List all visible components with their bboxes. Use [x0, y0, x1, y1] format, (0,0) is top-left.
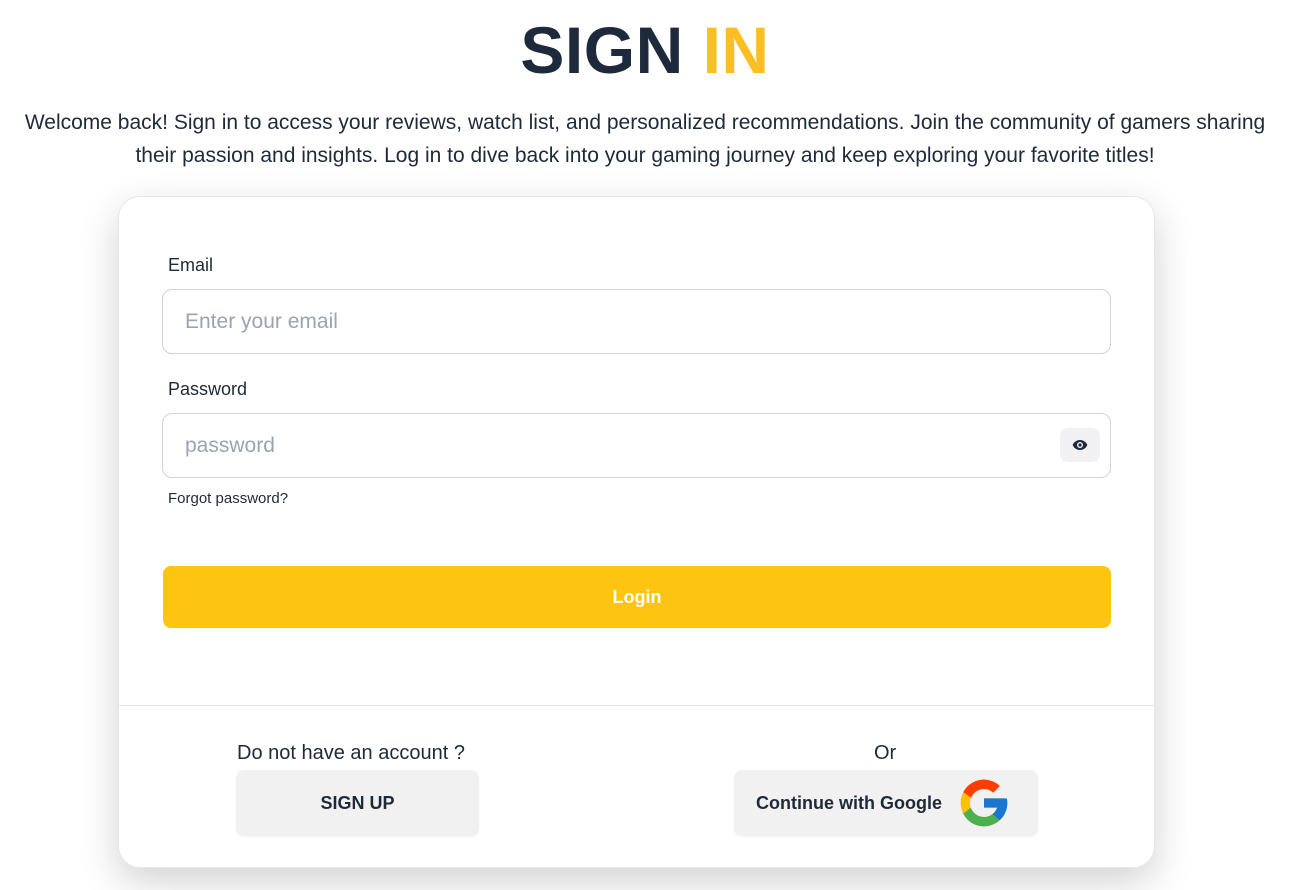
card-divider — [119, 705, 1154, 706]
continue-with-google-button[interactable]: Continue with Google — [734, 770, 1038, 836]
title-sign: SIGN — [520, 13, 684, 87]
show-password-button[interactable] — [1060, 428, 1100, 462]
google-button-label: Continue with Google — [756, 792, 942, 813]
email-label: Email — [168, 255, 214, 275]
page-title: SIGN IN — [0, 14, 1290, 86]
google-g-icon — [960, 779, 1008, 827]
welcome-text: Welcome back! Sign in to access your rev… — [24, 111, 1266, 167]
forgot-password-link[interactable]: Forgot password? — [168, 490, 288, 507]
title-in: IN — [702, 13, 770, 87]
sign-up-button[interactable]: SIGN UP — [236, 770, 479, 836]
password-label: Password — [168, 379, 248, 399]
email-input[interactable] — [162, 289, 1111, 354]
sign-in-card: Email Password Forgot password? Login Do… — [118, 196, 1155, 868]
no-account-text: Do not have an account ? — [237, 742, 465, 764]
or-separator: Or — [874, 742, 897, 764]
sign-in-page: SIGN IN Welcome back! Sign in to access … — [0, 0, 1290, 890]
eye-icon — [1072, 440, 1088, 450]
password-input[interactable] — [162, 413, 1111, 478]
login-button[interactable]: Login — [163, 566, 1111, 628]
